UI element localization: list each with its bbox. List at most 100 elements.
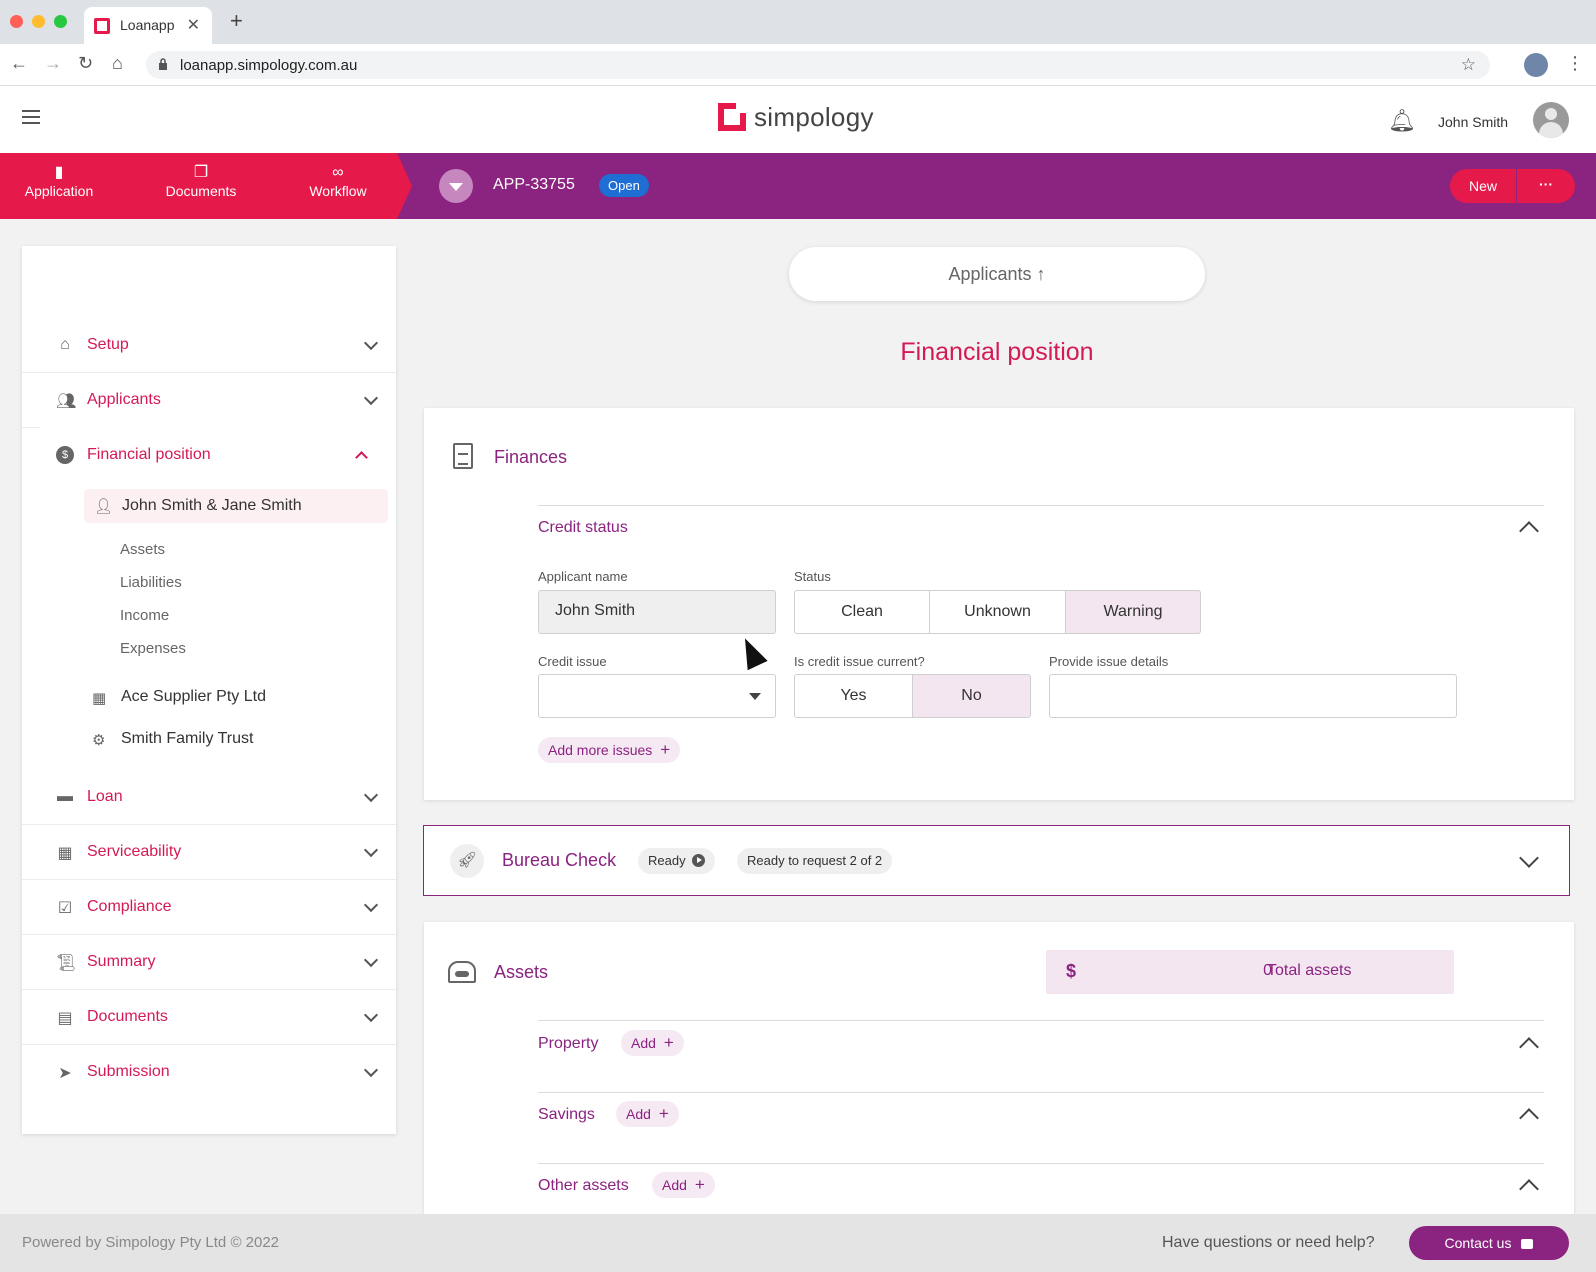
user-avatar[interactable] — [1533, 102, 1569, 138]
document-icon — [453, 443, 473, 469]
lock-icon — [159, 58, 167, 70]
more-options-button[interactable]: ··· — [1517, 169, 1575, 203]
tab-close-icon[interactable]: ✕ — [187, 15, 200, 35]
nav-workflow[interactable]: ∞ Workflow — [283, 163, 393, 199]
sidebar-item-compliance[interactable]: ☑ Compliance — [22, 880, 396, 935]
notification-bell-icon[interactable]: 🔔︎ — [1388, 108, 1416, 134]
nav-documents-label: Documents — [165, 183, 237, 199]
primary-nav: ▮ Application ❐ Documents ∞ Workflow — [0, 153, 412, 219]
ready-badge[interactable]: Ready — [638, 848, 715, 874]
divider — [538, 505, 1544, 506]
chevron-down-icon — [363, 952, 379, 968]
contact-us-button[interactable]: Contact us — [1409, 1226, 1569, 1260]
browser-menu-icon[interactable]: ⋮ — [1566, 53, 1584, 74]
sidebar-item-submission[interactable]: ➤ Submission — [22, 1045, 396, 1100]
assets-title: Assets — [494, 962, 549, 982]
add-more-issues-button[interactable]: Add more issues + — [538, 737, 681, 763]
issue-details-field[interactable] — [1049, 674, 1457, 718]
sidebar-item-applicants[interactable]: 👥︎ Applicants — [22, 373, 396, 428]
credit-current-yes-option[interactable]: Yes — [794, 674, 913, 718]
help-text: Have questions or need help? — [1162, 1234, 1375, 1251]
browser-tab[interactable]: Loanapp ✕ — [84, 7, 212, 44]
status-clean-option[interactable]: Clean — [794, 590, 930, 634]
chevron-down-icon — [363, 335, 379, 351]
sidebar-person-item[interactable]: 👤︎ John Smith & Jane Smith — [84, 489, 388, 523]
status-badge: Open — [599, 174, 649, 197]
other-assets-title[interactable]: Other assets — [538, 1177, 629, 1195]
clipboard-check-icon: ☑ — [57, 900, 73, 917]
powered-by-text: Powered by Simpology Pty Ltd © 2022 — [22, 1234, 280, 1251]
sidebar-item-label: Applicants — [87, 391, 161, 408]
credit-current-no-option[interactable]: No — [912, 674, 1031, 718]
minimize-window-button[interactable] — [32, 15, 45, 28]
applicant-name-label: Applicant name — [538, 569, 628, 584]
dollar-circle-icon: $ — [56, 446, 74, 464]
sidebar-item-financial-position[interactable]: $ Financial position — [40, 426, 396, 481]
reload-icon[interactable]: ↻ — [78, 54, 93, 72]
trust-icon: ⚙ — [92, 732, 106, 749]
logo-text: simpology — [754, 102, 874, 132]
home-icon: ⌂ — [60, 336, 70, 353]
nav-documents[interactable]: ❐ Documents — [146, 163, 256, 199]
home-nav-icon[interactable]: ⌂ — [112, 54, 123, 72]
maximize-window-button[interactable] — [54, 15, 67, 28]
nav-application[interactable]: ▮ Application — [4, 163, 114, 199]
forward-icon[interactable]: → — [44, 54, 62, 72]
sidebar-item-loan[interactable]: ▬ Loan — [22, 770, 396, 825]
person-icon: 👤︎ — [94, 498, 114, 515]
logo-icon — [718, 103, 746, 131]
total-assets-box: $ 0 Total assets — [1046, 950, 1454, 994]
sidebar-item-label: Documents — [87, 1008, 168, 1025]
credit-current-label: Is credit issue current? — [794, 654, 925, 669]
play-icon — [691, 854, 705, 867]
chevron-down-icon — [363, 1007, 379, 1023]
finances-title: Finances — [494, 447, 568, 467]
back-icon[interactable]: ← — [10, 54, 28, 72]
close-window-button[interactable] — [10, 15, 23, 28]
chat-icon — [1521, 1239, 1534, 1249]
app-dropdown-chevron-icon[interactable] — [439, 169, 473, 203]
url-field[interactable]: loanapp.simpology.com.au ☆ — [146, 51, 1490, 79]
property-title[interactable]: Property — [538, 1035, 598, 1053]
sidebar-item-summary[interactable]: 📜︎ Summary — [22, 935, 396, 990]
plus-icon: + — [663, 1033, 674, 1052]
add-property-button[interactable]: Add + — [621, 1030, 684, 1056]
status-warning-option[interactable]: Warning — [1065, 590, 1201, 634]
building-icon: ▦ — [92, 690, 107, 707]
hamburger-menu-icon[interactable] — [22, 110, 40, 124]
status-label: Status — [794, 569, 831, 584]
ready-label: Ready — [648, 853, 686, 868]
new-button[interactable]: New — [1450, 169, 1516, 203]
savings-title[interactable]: Savings — [538, 1106, 595, 1124]
sidebar-item-documents[interactable]: ▤ Documents — [22, 990, 396, 1045]
grid-icon: ▦ — [57, 845, 73, 862]
credit-issue-select[interactable] — [538, 674, 776, 718]
sidebar-subitem-assets[interactable]: Assets — [120, 541, 165, 558]
sidebar-subitem-liabilities[interactable]: Liabilities — [120, 574, 182, 591]
issue-details-label: Provide issue details — [1049, 654, 1169, 669]
sidebar-subitem-income[interactable]: Income — [120, 607, 169, 624]
sidebar-subitem-expenses[interactable]: Expenses — [120, 640, 186, 657]
add-other-assets-button[interactable]: Add + — [652, 1172, 715, 1198]
garage-icon — [448, 961, 476, 983]
browser-profile-avatar[interactable] — [1524, 53, 1548, 77]
credit-status-title[interactable]: Credit status — [538, 519, 628, 537]
sidebar-item-setup[interactable]: ⌂ Setup — [22, 318, 396, 373]
add-label: Add — [626, 1106, 651, 1122]
wallet-icon: ▬ — [57, 788, 73, 805]
user-name[interactable]: John Smith — [1438, 114, 1508, 130]
applicants-scroll-pill[interactable]: Applicants ↑ — [789, 247, 1205, 301]
favicon-icon — [94, 18, 110, 34]
sidebar-item-serviceability[interactable]: ▦ Serviceability — [22, 825, 396, 880]
tab-title: Loanapp — [120, 17, 175, 33]
entity-label: Smith Family Trust — [121, 730, 254, 747]
browser-tab-bar: Loanapp ✕ + — [0, 0, 1596, 44]
scroll-icon: 📜︎ — [56, 955, 77, 972]
chevron-down-icon — [363, 842, 379, 858]
add-savings-button[interactable]: Add + — [616, 1101, 679, 1127]
status-unknown-option[interactable]: Unknown — [929, 590, 1066, 634]
total-assets-value: 0 — [1263, 962, 1272, 979]
nav-workflow-label: Workflow — [309, 183, 367, 199]
new-tab-button[interactable]: + — [230, 10, 243, 32]
bookmark-star-icon[interactable]: ☆ — [1461, 55, 1476, 75]
